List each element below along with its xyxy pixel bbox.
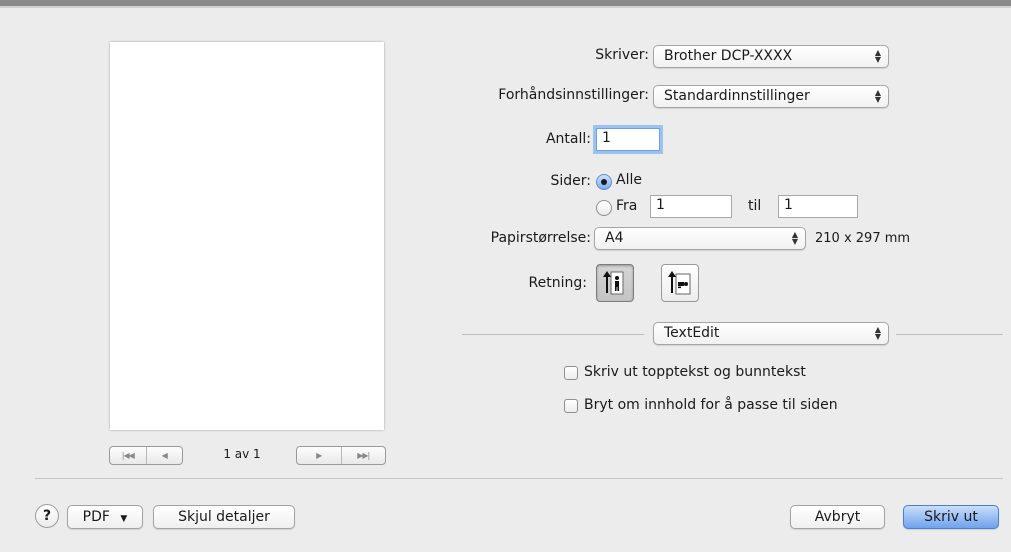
paper-size-value: A4: [605, 230, 624, 246]
last-page-icon[interactable]: ▶▶|: [340, 447, 386, 464]
pager-back-control[interactable]: |◀◀ ◀: [109, 446, 183, 465]
paper-size-popup[interactable]: A4 ▲ ▼: [594, 227, 806, 250]
pages-label: Sider:: [550, 173, 591, 189]
up-down-chevron-icon: ▲ ▼: [791, 230, 798, 246]
up-down-chevron-icon: ▲ ▼: [874, 88, 881, 104]
presets-value: Standardinnstillinger: [664, 88, 810, 104]
hide-details-button[interactable]: Skjul detaljer: [153, 505, 295, 529]
up-down-chevron-icon: ▲ ▼: [874, 325, 881, 341]
pages-to-label: til: [748, 198, 762, 214]
rewrap-label: Bryt om innhold for å passe til siden: [584, 397, 838, 413]
footer-divider: [35, 478, 1003, 479]
landscape-orientation-icon: [668, 271, 691, 295]
pages-all-label: Alle: [616, 172, 642, 188]
pdf-label: PDF: [82, 509, 110, 525]
pages-range-radio[interactable]: [596, 200, 612, 216]
portrait-orientation-button[interactable]: [596, 264, 634, 302]
pages-from-label: Fra: [616, 198, 638, 214]
section-popup-value: TextEdit: [664, 325, 720, 341]
portrait-orientation-icon: [603, 271, 624, 295]
header-footer-label: Skriv ut topptekst og bunntekst: [584, 364, 806, 380]
section-divider-left: [462, 334, 644, 335]
pages-from-field[interactable]: 1: [650, 195, 732, 218]
copies-label: Antall:: [545, 131, 591, 147]
printer-popup[interactable]: Brother DCP-XXXX ▲ ▼: [653, 45, 889, 68]
landscape-orientation-button[interactable]: [661, 264, 699, 302]
pages-all-radio[interactable]: [596, 174, 612, 190]
printer-value: Brother DCP-XXXX: [664, 48, 793, 64]
pager-forward-control[interactable]: ▶ ▶▶|: [296, 446, 386, 465]
presets-popup[interactable]: Standardinnstillinger ▲ ▼: [653, 85, 889, 108]
header-footer-checkbox[interactable]: [564, 366, 578, 380]
window-top-shadow: [0, 6, 1011, 8]
first-page-icon[interactable]: |◀◀: [110, 447, 146, 464]
up-down-chevron-icon: ▲ ▼: [874, 48, 881, 64]
next-page-icon[interactable]: ▶: [297, 447, 341, 464]
section-popup[interactable]: TextEdit ▲ ▼: [653, 322, 889, 345]
orientation-label: Retning:: [528, 275, 587, 291]
page-preview: [110, 42, 384, 430]
paper-size-label: Papirstørrelse:: [490, 230, 591, 246]
copies-field[interactable]: 1: [596, 128, 660, 151]
prev-page-icon[interactable]: ◀: [145, 447, 183, 464]
printer-label: Skriver:: [595, 47, 649, 63]
rewrap-checkbox[interactable]: [564, 399, 578, 413]
help-button[interactable]: ?: [35, 504, 59, 528]
pdf-menu-button[interactable]: PDF ▼: [67, 505, 143, 529]
paper-dimensions: 210 x 297 mm: [815, 231, 911, 246]
chevron-down-icon: ▼: [120, 514, 128, 524]
print-button[interactable]: Skriv ut: [903, 505, 999, 529]
page-indicator: 1 av 1: [223, 447, 261, 461]
cancel-button[interactable]: Avbryt: [790, 505, 885, 529]
pages-to-field[interactable]: 1: [778, 195, 858, 218]
presets-label: Forhåndsinnstillinger:: [498, 87, 649, 103]
section-divider-right: [896, 334, 1003, 335]
